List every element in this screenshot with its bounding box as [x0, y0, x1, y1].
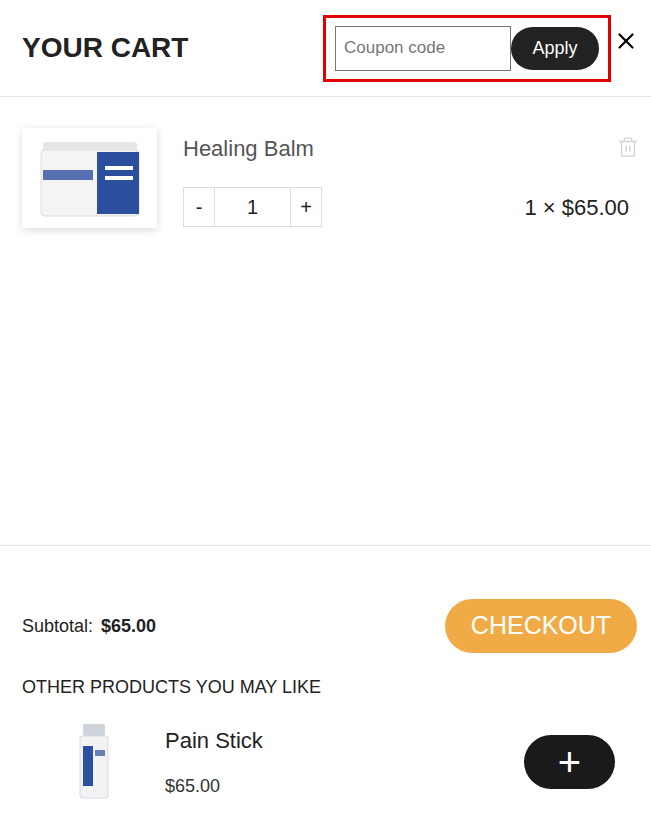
recommendations-title: OTHER PRODUCTS YOU MAY LIKE [22, 674, 629, 701]
recommendation-name: Pain Stick [165, 724, 263, 757]
increase-button[interactable]: + [291, 188, 321, 226]
cart-item-price: 1 × $65.00 [524, 191, 629, 224]
subtotal-value: $65.00 [101, 613, 156, 640]
cart-items: Healing Balm-+1 × $65.00 [0, 97, 651, 545]
decrease-button[interactable]: - [184, 188, 214, 226]
recommendation-price: $65.00 [165, 773, 263, 800]
trash-icon [617, 136, 639, 158]
subtotal: Subtotal: $65.00 [22, 613, 156, 640]
remove-button[interactable] [617, 136, 639, 158]
recommendation-item: Pain Stick $65.00 + [22, 724, 629, 800]
jar-icon [35, 136, 145, 221]
checkout-button[interactable]: CHECKOUT [445, 599, 637, 653]
cart-item-details: Healing Balm-+1 × $65.00 [183, 128, 629, 228]
add-button[interactable]: + [524, 735, 615, 789]
cart-footer: Subtotal: $65.00 CHECKOUT OTHER PRODUCTS YO… [0, 545, 651, 840]
close-button[interactable] [613, 28, 639, 54]
quantity-control: -+ [183, 187, 322, 227]
cart-title: YOUR CART [22, 34, 188, 62]
apply-button[interactable]: Apply [511, 27, 599, 70]
cart-item-name: Healing Balm [183, 128, 314, 165]
product-image [22, 128, 157, 228]
close-icon [613, 28, 639, 54]
quantity-input[interactable] [214, 188, 291, 226]
cart-panel: YOUR CARTApplyHealing Balm-+1 × $65.00Su… [0, 0, 651, 840]
coupon-input[interactable] [335, 26, 511, 71]
cart-header: YOUR CART Apply [0, 0, 651, 97]
coupon-box: Apply [323, 15, 611, 82]
cart-item: Healing Balm-+1 × $65.00 [22, 128, 629, 228]
subtotal-label: Subtotal: [22, 613, 93, 640]
stick-icon [77, 724, 111, 800]
recommendation-image [64, 724, 124, 800]
